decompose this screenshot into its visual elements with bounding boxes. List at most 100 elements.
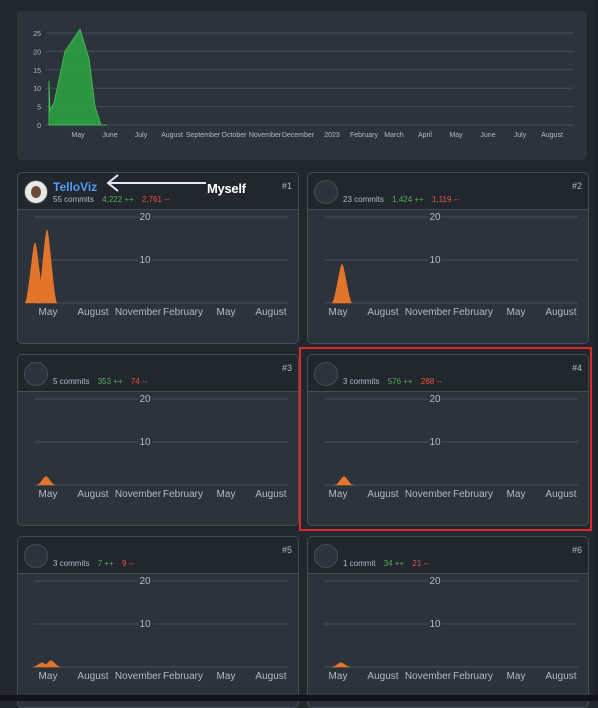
rank-label: #3 bbox=[281, 363, 292, 373]
x-tick-label: August bbox=[77, 307, 108, 318]
avatar[interactable] bbox=[24, 180, 48, 204]
avatar[interactable] bbox=[24, 544, 48, 568]
commit-count[interactable]: 55 commits bbox=[53, 195, 94, 204]
footer-bar bbox=[0, 695, 598, 701]
x-tick-label: February bbox=[163, 307, 203, 318]
x-tick-label: February bbox=[163, 671, 203, 682]
annotation-label: Myself bbox=[207, 181, 246, 196]
contributor-chart: 20 10 May August November February May August bbox=[24, 210, 288, 318]
x-tick-label: August bbox=[545, 307, 576, 318]
x-tick-label: December bbox=[282, 132, 315, 139]
x-tick-label: May bbox=[329, 671, 348, 682]
rank-label: #5 bbox=[281, 545, 292, 555]
x-tick-label: May bbox=[507, 307, 526, 318]
x-tick-label: May bbox=[217, 489, 236, 500]
contribution-peak bbox=[331, 662, 351, 668]
contributor-chart: 20 10 May August November February May August bbox=[32, 574, 288, 682]
x-tick-label: May bbox=[39, 671, 58, 682]
contributor-chart: 20 10 May August November February May August bbox=[324, 574, 578, 682]
rank-label: #2 bbox=[571, 181, 582, 191]
x-tick-label: May bbox=[39, 307, 58, 318]
x-tick-label: July bbox=[135, 132, 148, 139]
y-tick-label: 15 bbox=[33, 68, 41, 75]
avatar[interactable] bbox=[314, 544, 338, 568]
x-tick-label: November bbox=[405, 671, 452, 682]
contributor-stats: 1 commit 34 ++ 21 -- bbox=[343, 559, 429, 568]
x-tick-label: June bbox=[480, 132, 495, 139]
y-tick-label: 10 bbox=[33, 86, 41, 93]
deletions-count: 2,761 -- bbox=[141, 195, 170, 204]
additions-count: 34 ++ bbox=[383, 559, 405, 568]
x-tick-label: November bbox=[115, 307, 162, 318]
x-tick-label: June bbox=[102, 132, 117, 139]
additions-count: 4,222 ++ bbox=[102, 195, 134, 204]
contributor-card-6: 1 commit 34 ++ 21 -- #6 20 10 May August Nov… bbox=[307, 536, 589, 708]
contributor-stats: 5 commits 353 ++ 74 -- bbox=[53, 377, 147, 386]
x-tick-label: May bbox=[507, 671, 526, 682]
commit-count[interactable]: 23 commits bbox=[343, 195, 384, 204]
commit-count[interactable]: 3 commits bbox=[53, 559, 89, 568]
x-tick-label: August bbox=[255, 489, 286, 500]
x-tick-label: August bbox=[255, 307, 286, 318]
x-tick-label: May bbox=[449, 132, 463, 139]
avatar[interactable] bbox=[24, 362, 48, 386]
y-tick-label: 10 bbox=[139, 255, 151, 266]
x-tick-label: May bbox=[39, 489, 58, 500]
x-tick-label: November bbox=[115, 489, 162, 500]
x-tick-label: August bbox=[541, 132, 563, 139]
x-tick-label: August bbox=[161, 132, 183, 139]
commit-count[interactable]: 1 commit bbox=[343, 559, 375, 568]
x-tick-label: October bbox=[222, 132, 248, 139]
x-tick-label: August bbox=[77, 671, 108, 682]
x-tick-label: May bbox=[217, 671, 236, 682]
rank-label: #6 bbox=[571, 545, 582, 555]
y-tick-label: 10 bbox=[139, 437, 151, 448]
x-tick-label: May bbox=[329, 307, 348, 318]
contributor-stats: 55 commits 4,222 ++ 2,761 -- bbox=[53, 195, 170, 204]
overview-svg: 0510152025May June July August September Octo… bbox=[33, 28, 574, 139]
x-tick-label: August bbox=[367, 307, 398, 318]
x-tick-label: February bbox=[453, 671, 493, 682]
contribution-peak bbox=[36, 229, 58, 304]
avatar[interactable] bbox=[314, 180, 338, 204]
x-tick-label: May bbox=[71, 132, 85, 139]
contributor-chart: 20 10 May August November February May August bbox=[34, 392, 288, 500]
additions-count: 1,424 ++ bbox=[392, 195, 424, 204]
commit-area-series bbox=[48, 28, 107, 126]
y-tick-label: 20 bbox=[139, 576, 151, 587]
y-tick-label: 20 bbox=[33, 49, 41, 56]
contribution-peak bbox=[36, 476, 56, 486]
card-header: 1 commit 34 ++ 21 -- #6 bbox=[308, 537, 588, 574]
contributor-card-3: 5 commits 353 ++ 74 -- #3 20 10 May August N… bbox=[17, 354, 299, 526]
x-tick-label: August bbox=[255, 671, 286, 682]
y-tick-label: 10 bbox=[139, 619, 151, 630]
deletions-count: 21 -- bbox=[412, 559, 429, 568]
y-tick-label: 0 bbox=[37, 123, 41, 130]
x-tick-label: May bbox=[217, 307, 236, 318]
contributor-stats: 3 commits 7 ++ 9 -- bbox=[53, 559, 134, 568]
x-tick-label: August bbox=[77, 489, 108, 500]
x-tick-label: February bbox=[453, 307, 493, 318]
contributor-card-5: 3 commits 7 ++ 9 -- #5 20 10 May August Nove… bbox=[17, 536, 299, 708]
contributor-stats: 23 commits 1,424 ++ 1,119 -- bbox=[343, 195, 459, 204]
y-tick-label: 20 bbox=[429, 576, 441, 587]
deletions-count: 1,119 -- bbox=[431, 195, 459, 204]
x-tick-label: November bbox=[249, 132, 282, 139]
deletions-count: 9 -- bbox=[121, 559, 134, 568]
x-tick-label: July bbox=[514, 132, 527, 139]
x-tick-label: February bbox=[350, 132, 379, 139]
x-tick-label: August bbox=[545, 671, 576, 682]
card-header: 23 commits 1,424 ++ 1,119 -- #2 bbox=[308, 173, 588, 210]
x-tick-label: February bbox=[163, 489, 203, 500]
y-tick-label: 20 bbox=[139, 212, 151, 223]
deletions-count: 74 -- bbox=[130, 377, 148, 386]
card-header: 5 commits 353 ++ 74 -- #3 bbox=[18, 355, 298, 392]
rank-label: #1 bbox=[281, 181, 292, 191]
x-tick-label: November bbox=[115, 671, 162, 682]
x-tick-label: 2023 bbox=[324, 132, 340, 139]
commit-count[interactable]: 5 commits bbox=[53, 377, 89, 386]
y-tick-label: 20 bbox=[429, 212, 441, 223]
x-tick-label: April bbox=[418, 132, 432, 139]
x-tick-label: September bbox=[186, 132, 221, 139]
contributor-name-link[interactable]: TelloViz bbox=[53, 180, 97, 194]
